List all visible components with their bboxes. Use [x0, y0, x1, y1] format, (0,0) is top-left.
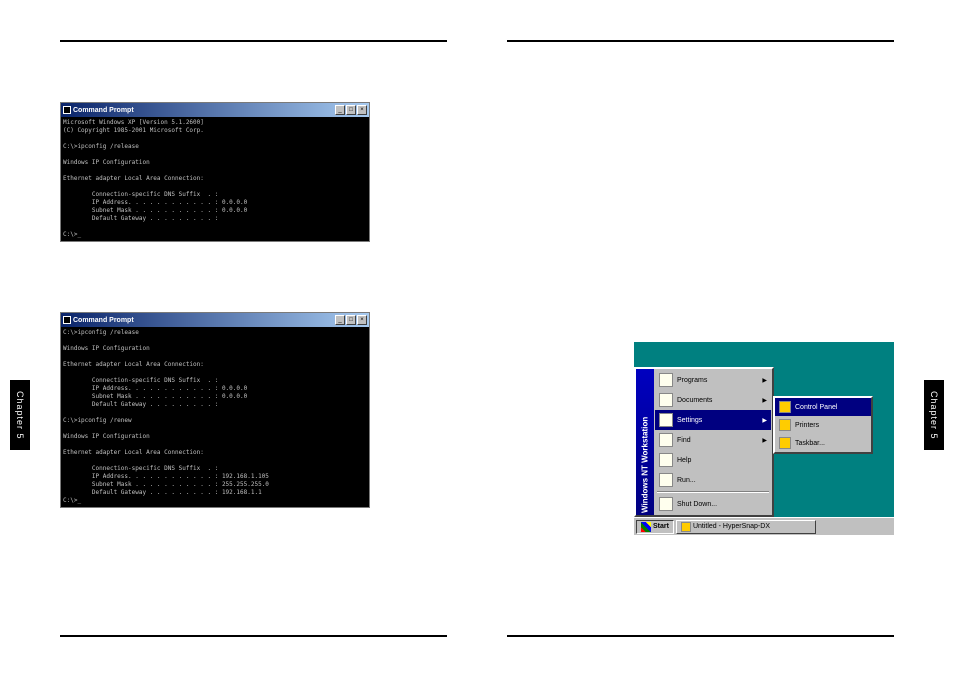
start-item-run[interactable]: Run...	[655, 470, 771, 490]
cmd-output: Microsoft Windows XP [Version 5.1.2600] …	[61, 117, 369, 241]
start-item-settings[interactable]: Settings ▶	[655, 410, 771, 430]
settings-submenu: Control Panel Printers Taskbar...	[773, 396, 873, 454]
run-icon	[659, 473, 673, 487]
close-button[interactable]: ×	[357, 105, 367, 115]
top-divider	[507, 40, 894, 42]
menu-divider	[657, 491, 769, 493]
start-item-label: Settings	[677, 417, 702, 424]
minimize-button[interactable]: _	[335, 315, 345, 325]
cmd-icon	[63, 316, 71, 324]
windows-logo-icon	[641, 522, 651, 532]
submenu-item-label: Taskbar...	[795, 440, 825, 447]
taskbar: Start Untitled - HyperSnap-DX	[634, 517, 894, 535]
control-panel-icon	[779, 401, 791, 413]
chapter-tab-left: Chapter 5	[10, 380, 30, 450]
cmd-output: C:\>ipconfig /release Windows IP Configu…	[61, 327, 369, 507]
cmd-titlebar: Command Prompt _ □ ×	[61, 103, 369, 117]
maximize-button[interactable]: □	[346, 315, 356, 325]
window-controls: _ □ ×	[335, 105, 367, 115]
start-item-label: Shut Down...	[677, 501, 717, 508]
window-controls: _ □ ×	[335, 315, 367, 325]
start-item-programs[interactable]: Programs ▶	[655, 370, 771, 390]
submenu-arrow-icon: ▶	[762, 417, 767, 424]
bottom-divider	[60, 635, 447, 637]
maximize-button[interactable]: □	[346, 105, 356, 115]
minimize-button[interactable]: _	[335, 105, 345, 115]
start-item-shutdown[interactable]: Shut Down...	[655, 494, 771, 514]
start-item-label: Find	[677, 437, 691, 444]
submenu-item-label: Printers	[795, 422, 819, 429]
cmd-title: Command Prompt	[63, 106, 134, 114]
start-item-label: Help	[677, 457, 691, 464]
windows-nt-screenshot: Windows NT Workstation Programs ▶ Docume…	[634, 342, 894, 535]
shutdown-icon	[659, 497, 673, 511]
taskbar-settings-icon	[779, 437, 791, 449]
find-icon	[659, 433, 673, 447]
submenu-item-printers[interactable]: Printers	[775, 416, 871, 434]
start-menu-banner: Windows NT Workstation	[636, 369, 654, 515]
submenu-item-taskbar[interactable]: Taskbar...	[775, 434, 871, 452]
command-prompt-window-renew: Command Prompt _ □ × C:\>ipconfig /relea…	[60, 312, 370, 508]
cmd-title-text: Command Prompt	[73, 107, 134, 114]
start-item-help[interactable]: Help	[655, 450, 771, 470]
command-prompt-window-release: Command Prompt _ □ × Microsoft Windows X…	[60, 102, 370, 242]
start-item-label: Programs	[677, 377, 707, 384]
submenu-arrow-icon: ▶	[762, 437, 767, 444]
programs-icon	[659, 373, 673, 387]
start-item-label: Run...	[677, 477, 696, 484]
cmd-title-text: Command Prompt	[73, 317, 134, 324]
start-button[interactable]: Start	[636, 520, 674, 534]
settings-icon	[659, 413, 673, 427]
printers-icon	[779, 419, 791, 431]
page-right: Windows NT Workstation Programs ▶ Docume…	[477, 0, 954, 677]
top-divider	[60, 40, 447, 42]
documents-icon	[659, 393, 673, 407]
chapter-tab-right: Chapter 5	[924, 380, 944, 450]
bottom-divider	[507, 635, 894, 637]
start-item-label: Documents	[677, 397, 712, 404]
submenu-arrow-icon: ▶	[762, 377, 767, 384]
cmd-title: Command Prompt	[63, 316, 134, 324]
taskbar-app-label: Untitled - HyperSnap-DX	[693, 523, 770, 530]
nt-desktop: Windows NT Workstation Programs ▶ Docume…	[634, 342, 894, 517]
taskbar-app-button[interactable]: Untitled - HyperSnap-DX	[676, 520, 816, 534]
start-item-documents[interactable]: Documents ▶	[655, 390, 771, 410]
submenu-item-control-panel[interactable]: Control Panel	[775, 398, 871, 416]
close-button[interactable]: ×	[357, 315, 367, 325]
help-icon	[659, 453, 673, 467]
app-icon	[681, 522, 691, 532]
start-button-label: Start	[653, 523, 669, 530]
start-menu: Windows NT Workstation Programs ▶ Docume…	[634, 367, 774, 517]
page-left: Command Prompt _ □ × Microsoft Windows X…	[0, 0, 477, 677]
submenu-item-label: Control Panel	[795, 404, 837, 411]
cmd-titlebar: Command Prompt _ □ ×	[61, 313, 369, 327]
start-item-find[interactable]: Find ▶	[655, 430, 771, 450]
start-menu-items: Programs ▶ Documents ▶ Settings ▶	[654, 369, 772, 515]
submenu-arrow-icon: ▶	[762, 397, 767, 404]
cmd-icon	[63, 106, 71, 114]
